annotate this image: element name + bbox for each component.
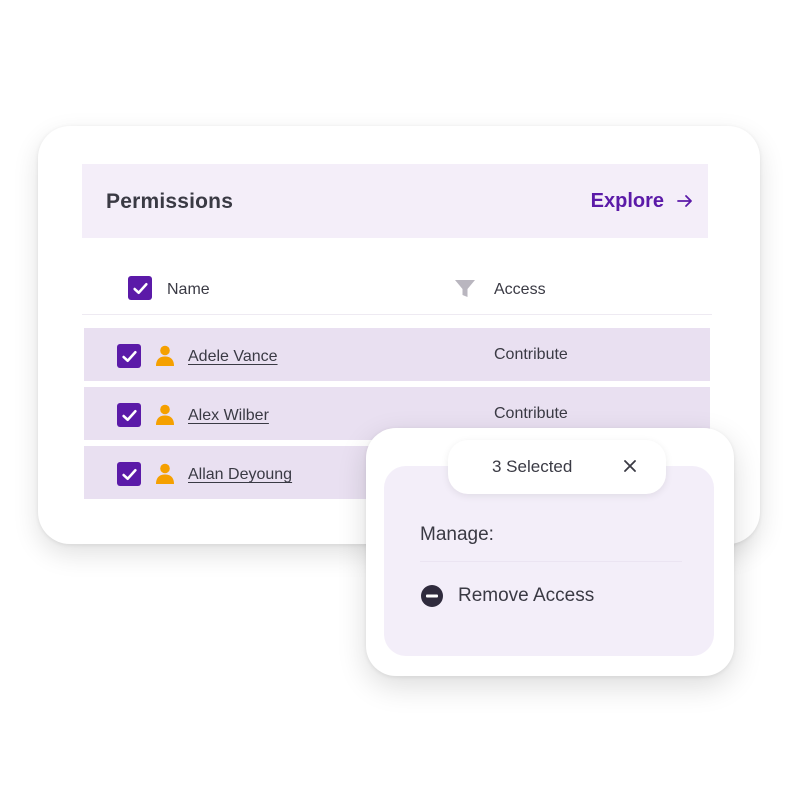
checkmark-icon — [121, 350, 137, 362]
access-level: Contribute — [494, 405, 568, 422]
close-icon[interactable] — [622, 458, 638, 474]
checkmark-icon — [121, 409, 137, 421]
selection-actions-panel: Manage: Remove Access — [384, 466, 714, 656]
checkmark-icon — [132, 282, 148, 294]
manage-label: Manage: — [420, 524, 494, 545]
table-header: Name Access — [82, 266, 712, 315]
arrow-right-icon — [677, 195, 692, 207]
explore-link[interactable]: Explore — [591, 186, 694, 216]
user-name-link[interactable]: Adele Vance — [188, 348, 278, 366]
permissions-header: Permissions Explore — [82, 164, 708, 238]
remove-access-button[interactable]: Remove Access — [420, 580, 594, 612]
selected-count: 3 Selected — [492, 457, 573, 476]
checkmark-icon — [121, 468, 137, 480]
explore-label: Explore — [590, 189, 664, 212]
user-name-link[interactable]: Alex Wilber — [188, 407, 269, 425]
row-checkbox[interactable] — [117, 462, 141, 486]
selected-count-pill: 3 Selected — [448, 440, 666, 494]
table-row[interactable]: Adele Vance Contribute — [84, 328, 710, 381]
person-icon — [156, 463, 174, 484]
column-header-name[interactable]: Name — [167, 281, 210, 299]
select-all-checkbox[interactable] — [128, 276, 152, 300]
row-checkbox[interactable] — [117, 403, 141, 427]
user-name-link[interactable]: Allan Deyoung — [188, 466, 292, 484]
minus-circle-icon — [421, 585, 443, 607]
access-level: Contribute — [494, 346, 568, 363]
person-icon — [156, 345, 174, 366]
page-title: Permissions — [106, 190, 234, 213]
column-header-access[interactable]: Access — [494, 281, 546, 299]
row-checkbox[interactable] — [117, 344, 141, 368]
remove-access-label: Remove Access — [458, 585, 595, 606]
filter-icon[interactable] — [454, 279, 476, 299]
person-icon — [156, 404, 174, 425]
divider — [420, 561, 682, 562]
selection-actions-popover: Manage: Remove Access 3 Selected — [366, 428, 734, 676]
